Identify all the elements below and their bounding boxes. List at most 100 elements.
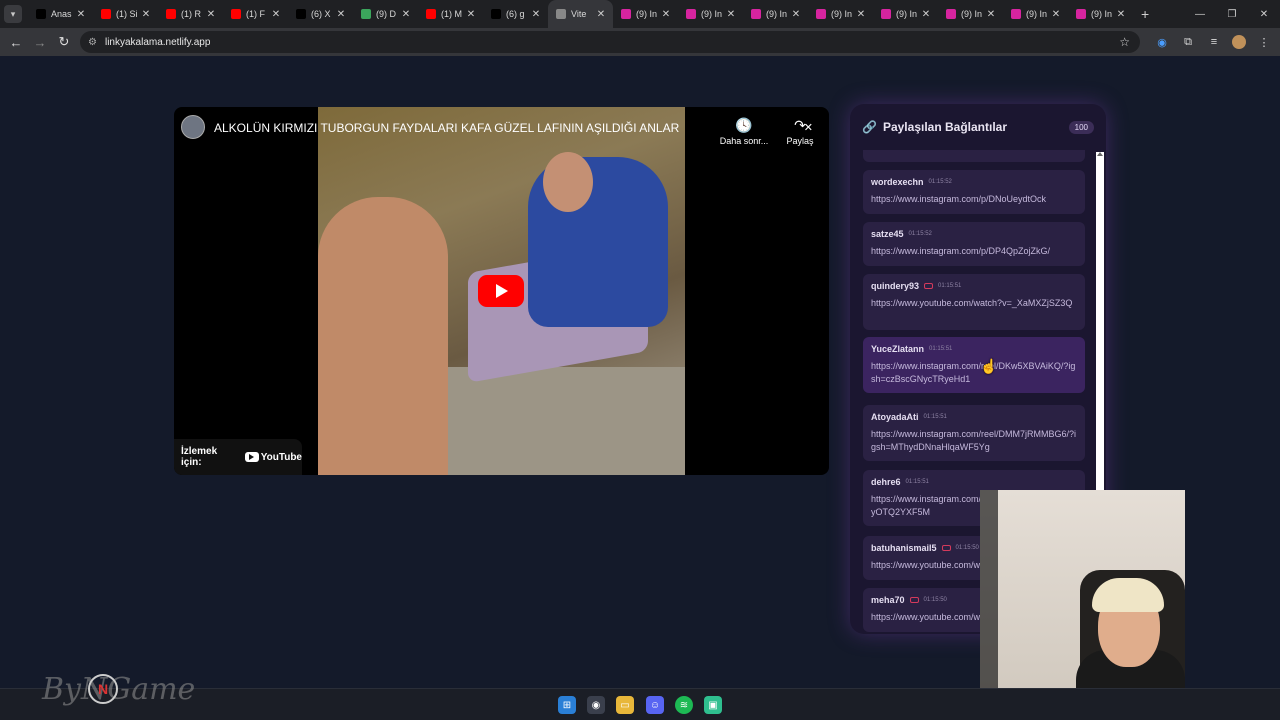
video-title[interactable]: ALKOLÜN KIRMIZI TUBORGUN FAYDALARI KAFA … [214,121,679,135]
tab-close-icon[interactable]: ✕ [269,9,283,20]
forward-icon[interactable]: → [28,35,52,50]
tab-label: (6) X [311,9,331,19]
username: meha70 [871,595,905,605]
list-item[interactable]: quindery93 01:15:51 https://www.youtube.co… [863,274,1085,330]
media-icon[interactable]: ≡ [1206,36,1222,48]
spotify-icon[interactable]: ≋ [675,696,693,714]
tab-search-button[interactable]: ▾ [4,5,22,23]
tab-13[interactable]: (9) In ✕ [873,0,938,28]
youtube-embed-player[interactable]: ALKOLÜN KIRMIZI TUBORGUN FAYDALARI KAFA … [174,107,829,475]
tab-close-icon[interactable]: ✕ [464,9,478,20]
tab-7[interactable]: (6) g ✕ [483,0,548,28]
close-window-icon[interactable]: ✕ [1248,9,1280,20]
shared-link[interactable]: https://www.instagram.com/reel/DKw5XBVAi… [871,360,1077,386]
tab-close-icon[interactable]: ✕ [1049,9,1063,20]
tab-15[interactable]: (9) In ✕ [1003,0,1068,28]
list-item-partial[interactable] [863,150,1085,162]
item-header: AtoyadaAti 01:15:51 [871,412,1077,422]
tab-close-icon[interactable]: ✕ [1114,9,1128,20]
tab-close-icon[interactable]: ✕ [724,9,738,20]
tab-close-icon[interactable]: ✕ [529,9,543,20]
discord-icon[interactable]: ☺ [646,696,664,714]
tab-close-icon[interactable]: ✕ [659,9,673,20]
tab-close-icon[interactable]: ✕ [984,9,998,20]
tab-2[interactable]: (1) R ✕ [158,0,223,28]
youtube-icon [101,9,111,19]
tab-12[interactable]: (9) In ✕ [808,0,873,28]
shared-link[interactable]: https://www.instagram.com/p/DNoUeydtOck [871,193,1077,206]
shared-link[interactable]: https://www.instagram.com/p/DP4QpZojZkG/ [871,245,1077,258]
list-item[interactable]: satze45 01:15:52 https://www.instagram.com… [863,222,1085,266]
watch-later-button[interactable]: 🕓 Daha sonr... [714,117,774,146]
bookmark-star-icon[interactable]: ☆ [1119,35,1130,49]
watch-on-youtube[interactable]: İzlemek için: YouTube [174,439,302,475]
list-item[interactable]: YuceZlatann 01:15:51 https://www.instagram… [863,337,1085,393]
timestamp: 01:15:51 [905,479,929,485]
tab-close-icon[interactable]: ✕ [399,9,413,20]
restore-icon[interactable]: ❐ [1216,9,1248,20]
chrome-icon[interactable]: ◉ [587,696,605,714]
extension-icon[interactable]: ◉ [1154,36,1170,49]
tab-4[interactable]: (6) X ✕ [288,0,353,28]
tab-9[interactable]: (9) In ✕ [613,0,678,28]
tab-close-icon[interactable]: ✕ [789,9,803,20]
panel-header: 🔗 Paylaşılan Bağlantılar [850,104,1106,150]
reload-icon[interactable]: ↻ [52,34,76,50]
youtube-icon [231,9,241,19]
instagram-icon [621,9,631,19]
list-item[interactable]: AtoyadaAti 01:15:51 https://www.instagram.… [863,405,1085,461]
new-tab-button[interactable]: + [1141,6,1149,22]
tab-label: (9) In [766,9,788,19]
tab-5[interactable]: (9) D ✕ [353,0,418,28]
channel-avatar[interactable] [181,115,205,139]
list-item[interactable]: wordexechn 01:15:52 https://www.instagram.… [863,170,1085,214]
tab-close-icon[interactable]: ✕ [334,9,348,20]
address-bar[interactable]: ⚙ linkyakalama.netlify.app ☆ [80,31,1140,53]
browser-toolbar: ← → ↻ ⚙ linkyakalama.netlify.app ☆ ◉ ⧉ ≡… [0,28,1280,56]
site-info-icon[interactable]: ⚙ [88,37,97,48]
tab-6[interactable]: (1) M ✕ [418,0,483,28]
shared-link[interactable]: https://www.youtube.com/watch?v=_XaMXZjS… [871,297,1077,310]
tab-label: (1) Si [116,9,138,19]
close-icon[interactable]: ✕ [804,121,813,134]
tab-1[interactable]: (1) Si ✕ [93,0,158,28]
tab-label: (9) D [376,9,396,19]
menu-kebab-icon[interactable]: ⋮ [1256,36,1272,49]
timestamp: 01:15:50 [955,545,979,551]
profile-avatar[interactable] [1232,35,1246,49]
tab-14[interactable]: (9) In ✕ [938,0,1003,28]
start-windows-icon[interactable]: ⊞ [558,696,576,714]
tab-16[interactable]: (9) In ✕ [1068,0,1133,28]
tab-close-icon[interactable]: ✕ [919,9,933,20]
instagram-icon [1011,9,1021,19]
tab-label: Vite [571,9,587,19]
tab-close-icon[interactable]: ✕ [74,9,88,20]
item-header: wordexechn 01:15:52 [871,177,1077,187]
youtube-icon [426,9,436,19]
tab-11[interactable]: (9) In ✕ [743,0,808,28]
extensions-puzzle-icon[interactable]: ⧉ [1180,36,1196,49]
tab-3[interactable]: (1) F ✕ [223,0,288,28]
play-button[interactable] [478,275,524,307]
tab-close-icon[interactable]: ✕ [594,9,608,20]
webcam-overlay [980,490,1185,720]
tab-close-icon[interactable]: ✕ [139,9,153,20]
username: AtoyadaAti [871,412,919,422]
youtube-play-icon [244,452,259,462]
tab-close-icon[interactable]: ✕ [204,9,218,20]
app-icon[interactable]: ▣ [704,696,722,714]
file-explorer-icon[interactable]: ▭ [616,696,634,714]
item-header: dehre6 01:15:51 [871,477,1077,487]
item-header: satze45 01:15:52 [871,229,1077,239]
tab-10[interactable]: (9) In ✕ [678,0,743,28]
back-icon[interactable]: ← [4,35,28,50]
share-label: Paylaş [786,136,814,146]
tab-0[interactable]: Anas ✕ [28,0,93,28]
url-text: linkyakalama.netlify.app [104,36,211,48]
tab-8[interactable]: Vite ✕ [548,0,613,28]
share-button[interactable]: ↷ Paylaş [770,117,829,146]
shared-link[interactable]: https://www.instagram.com/reel/DMM7jRMMB… [871,428,1077,454]
tab-close-icon[interactable]: ✕ [854,9,868,20]
tab-label: (9) In [896,9,918,19]
minimize-icon[interactable]: — [1184,9,1216,20]
